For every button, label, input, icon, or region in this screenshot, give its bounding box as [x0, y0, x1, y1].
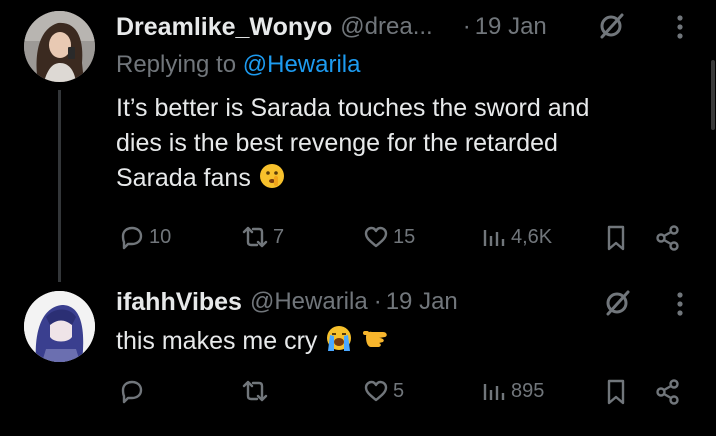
reply-icon — [121, 380, 143, 404]
avatar-photo — [24, 291, 95, 362]
avatar-photo — [24, 11, 95, 82]
heart-icon — [364, 380, 388, 402]
handle[interactable]: @drea... — [340, 13, 432, 41]
more-options-icon[interactable] — [676, 14, 684, 45]
more-options-icon[interactable] — [676, 291, 684, 322]
tweet-text-line: It’s better is Sarada touches the sword … — [116, 94, 590, 122]
bookmark-icon — [607, 225, 625, 251]
views-icon — [483, 384, 505, 400]
reply-count: 10 — [149, 225, 172, 248]
repost-button[interactable]: 7 — [240, 224, 284, 250]
tweet-text-line: Sarada fans — [116, 161, 676, 200]
share-icon — [656, 225, 679, 251]
reply-target-link[interactable]: @Hewarila — [243, 51, 361, 78]
views-icon — [483, 230, 505, 246]
scrollbar-thumb[interactable] — [711, 60, 715, 130]
tweet-text-line: this makes me cry — [116, 327, 318, 355]
bookmark-icon — [607, 379, 625, 405]
repost-button[interactable] — [240, 378, 273, 404]
repost-count: 7 — [273, 225, 285, 248]
repost-icon — [242, 226, 268, 248]
like-button[interactable]: 5 — [362, 378, 404, 404]
views-button[interactable]: 895 — [480, 378, 544, 404]
tweet-text: It’s better is Sarada touches the sword … — [116, 91, 676, 200]
avatar[interactable] — [24, 291, 95, 362]
share-button[interactable] — [654, 224, 682, 257]
display-name[interactable]: Dreamlike_Wonyo — [116, 13, 332, 42]
grok-icon[interactable] — [597, 11, 627, 46]
like-button[interactable]: 15 — [362, 224, 415, 250]
timestamp[interactable]: 19 Jan — [475, 13, 547, 41]
tweet-text-line: dies is the best revenge for the retarde… — [116, 129, 558, 157]
separator: · — [462, 13, 471, 40]
reply-icon — [121, 226, 143, 250]
handle[interactable]: @Hewarila — [250, 288, 368, 316]
timestamp[interactable]: 19 Jan — [386, 288, 458, 316]
replying-to: Replying to @Hewarila — [116, 51, 360, 79]
bookmark-button[interactable] — [604, 378, 628, 411]
heart-icon — [364, 226, 388, 248]
share-icon — [656, 379, 679, 405]
tweet-text: this makes me cry — [116, 323, 676, 363]
thread-line — [58, 90, 61, 282]
separator: · — [373, 288, 382, 315]
views-button[interactable]: 4,6K — [480, 224, 552, 250]
bookmark-button[interactable] — [604, 224, 628, 257]
loudly-crying-face-emoji — [324, 323, 354, 363]
view-count: 4,6K — [511, 225, 553, 248]
call-me-hand-emoji — [361, 323, 391, 363]
like-count: 15 — [393, 225, 416, 248]
repost-icon — [242, 380, 268, 402]
share-button[interactable] — [654, 378, 682, 411]
reply-button[interactable]: 10 — [118, 224, 171, 250]
tweet-header: Dreamlike_Wonyo @drea... · 19 Jan — [116, 10, 636, 44]
like-count: 5 — [393, 379, 405, 402]
shushing-face-emoji — [258, 162, 286, 200]
tweet-header: ifahhVibes @Hewarila · 19 Jan — [116, 285, 636, 319]
reply-button[interactable] — [118, 378, 149, 404]
display-name[interactable]: ifahhVibes — [116, 288, 242, 317]
replying-prefix: Replying to — [116, 51, 237, 78]
avatar[interactable] — [24, 11, 95, 82]
view-count: 895 — [511, 379, 545, 402]
grok-icon[interactable] — [603, 288, 633, 323]
